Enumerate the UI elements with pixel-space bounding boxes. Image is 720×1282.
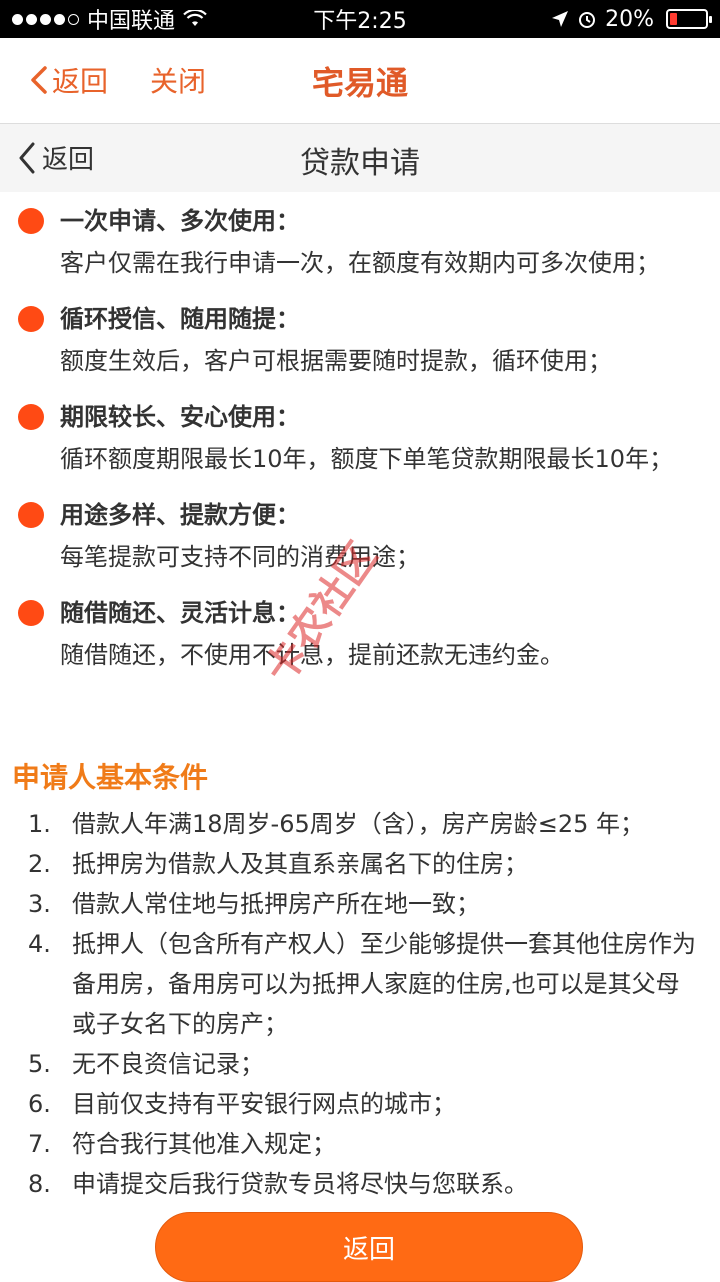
condition-text: 借款人年满18周岁-65周岁（含），房产房龄≤25 年；	[72, 810, 645, 838]
return-button[interactable]: 返回	[155, 1212, 583, 1282]
feature-title: 用途多样、提款方便：	[60, 501, 300, 529]
battery-percent: 20%	[605, 6, 654, 32]
chevron-left-icon	[31, 66, 47, 94]
feature-item: 一次申请、多次使用： 客户仅需在我行申请一次，在额度有效期内可多次使用；	[0, 200, 720, 284]
status-left: 中国联通	[12, 3, 207, 35]
bullet-dot-icon	[18, 208, 44, 234]
header-close-button[interactable]: 关闭	[150, 60, 206, 100]
condition-text: 抵押房为借款人及其直系亲属名下的住房；	[72, 850, 528, 878]
condition-number: 6.	[28, 1090, 51, 1118]
status-right: 20%	[551, 6, 712, 32]
page-back-button[interactable]: 返回	[18, 139, 94, 176]
app-header: 返回 关闭 宅易通	[0, 38, 720, 124]
signal-dot	[54, 13, 65, 25]
feature-item: 随借随还、灵活计息： 随借随还，不使用不计息，提前还款无违约金。	[0, 592, 720, 676]
condition-item: 7. 符合我行其他准入规定；	[0, 1124, 720, 1164]
condition-number: 2.	[28, 850, 51, 878]
condition-number: 5.	[28, 1050, 51, 1078]
condition-number: 7.	[28, 1130, 51, 1158]
feature-list: 一次申请、多次使用： 客户仅需在我行申请一次，在额度有效期内可多次使用； 循环授…	[0, 200, 720, 690]
status-bar: 中国联通 下午2:25 20%	[0, 0, 720, 38]
condition-number: 4.	[28, 930, 51, 958]
feature-item: 循环授信、随用随提： 额度生效后，客户可根据需要随时提款，循环使用；	[0, 298, 720, 382]
bullet-dot-icon	[18, 600, 44, 626]
feature-description: 循环额度期限最长10年，额度下单笔贷款期限最长10年；	[60, 445, 674, 473]
feature-title: 随借随还、灵活计息：	[60, 599, 300, 627]
header-back-button[interactable]: 返回	[30, 60, 108, 100]
feature-title: 期限较长、安心使用：	[60, 403, 300, 431]
page-back-label: 返回	[42, 145, 95, 175]
battery-level	[670, 13, 677, 25]
condition-item: 5. 无不良资信记录；	[0, 1044, 720, 1084]
condition-item: 3. 借款人常住地与抵押房产所在地一致；	[0, 884, 720, 924]
condition-item: 2. 抵押房为借款人及其直系亲属名下的住房；	[0, 844, 720, 884]
condition-item: 4. 抵押人（包含所有产权人）至少能够提供一套其他住房作为备用房，备用房可以为抵…	[0, 924, 720, 1044]
bullet-dot-icon	[18, 502, 44, 528]
signal-dot-empty	[68, 13, 79, 25]
location-arrow-icon	[552, 11, 569, 27]
signal-dot	[40, 13, 51, 25]
battery-icon	[666, 9, 712, 29]
signal-dot	[12, 13, 23, 25]
condition-item: 1. 借款人年满18周岁-65周岁（含），房产房龄≤25 年；	[0, 804, 720, 844]
condition-text: 申请提交后我行贷款专员将尽快与您联系。	[72, 1170, 528, 1198]
conditions-heading: 申请人基本条件	[12, 761, 209, 794]
feature-description: 额度生效后，客户可根据需要随时提款，循环使用；	[60, 347, 612, 375]
alarm-icon	[579, 12, 596, 28]
feature-item: 期限较长、安心使用： 循环额度期限最长10年，额度下单笔贷款期限最长10年；	[0, 396, 720, 480]
feature-description: 每笔提款可支持不同的消费用途；	[60, 543, 420, 571]
feature-description: 客户仅需在我行申请一次，在额度有效期内可多次使用；	[60, 249, 660, 277]
conditions-list: 1. 借款人年满18周岁-65周岁（含），房产房龄≤25 年； 2. 抵押房为借…	[0, 804, 720, 1204]
wifi-icon	[183, 10, 207, 26]
header-back-label: 返回	[52, 65, 109, 98]
bullet-dot-icon	[18, 306, 44, 332]
carrier-label: 中国联通	[87, 9, 176, 34]
feature-title: 循环授信、随用随提：	[60, 305, 300, 333]
condition-text: 符合我行其他准入规定；	[72, 1130, 336, 1158]
condition-item: 8. 申请提交后我行贷款专员将尽快与您联系。	[0, 1164, 720, 1204]
condition-text: 目前仅支持有平安银行网点的城市；	[72, 1090, 456, 1118]
feature-item: 用途多样、提款方便： 每笔提款可支持不同的消费用途；	[0, 494, 720, 578]
page-title: 贷款申请	[300, 146, 420, 181]
chevron-left-icon	[19, 142, 35, 173]
feature-title: 一次申请、多次使用：	[60, 207, 300, 235]
page-nav-bar: 返回 贷款申请	[0, 124, 720, 192]
condition-item: 6. 目前仅支持有平安银行网点的城市；	[0, 1084, 720, 1124]
condition-number: 3.	[28, 890, 51, 918]
signal-strength-icon	[12, 13, 79, 25]
condition-number: 8.	[28, 1170, 51, 1198]
feature-description: 随借随还，不使用不计息，提前还款无违约金。	[60, 641, 564, 669]
condition-text: 抵押人（包含所有产权人）至少能够提供一套其他住房作为备用房，备用房可以为抵押人家…	[72, 930, 696, 1038]
condition-text: 借款人常住地与抵押房产所在地一致；	[72, 890, 480, 918]
bullet-dot-icon	[18, 404, 44, 430]
condition-number: 1.	[28, 810, 51, 838]
condition-text: 无不良资信记录；	[72, 1050, 264, 1078]
signal-dot	[26, 13, 37, 25]
